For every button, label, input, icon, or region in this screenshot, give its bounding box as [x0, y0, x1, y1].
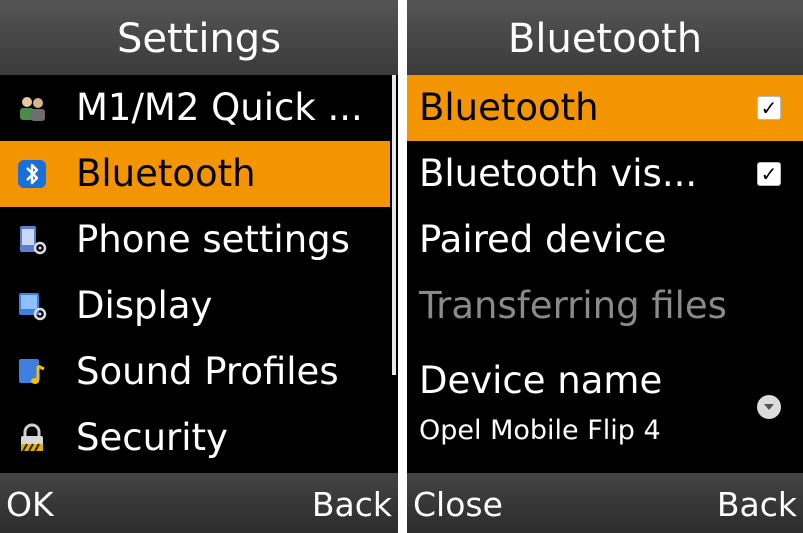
- display-settings-icon: [19, 293, 47, 321]
- bluetooth-title: Bluetooth: [407, 0, 803, 75]
- device-name-value: Opel Mobile Flip 4: [419, 415, 661, 446]
- back-softkey[interactable]: Back: [312, 473, 392, 533]
- softkey-bar: OK Back: [0, 473, 398, 533]
- settings-item-label: Phone settings: [76, 218, 350, 261]
- visibility-checkbox[interactable]: ✓: [757, 162, 781, 186]
- settings-title: Settings: [0, 0, 398, 75]
- settings-item-label: Display: [76, 284, 213, 327]
- settings-item-label: Bluetooth: [76, 152, 256, 195]
- lock-icon: [21, 423, 43, 452]
- settings-item-security[interactable]: Security: [0, 405, 390, 471]
- settings-item-label: Security: [76, 416, 228, 459]
- settings-item-label: M1/M2 Quick ...: [76, 86, 363, 129]
- paired-device-label: Paired device: [419, 218, 667, 261]
- bluetooth-icon: [18, 160, 46, 188]
- settings-item-quick-keys[interactable]: M1/M2 Quick ...: [0, 75, 390, 141]
- settings-item-label: Sound Profiles: [76, 350, 339, 393]
- bluetooth-screen: Bluetooth Bluetooth ✓ Bluetooth vis... ✓…: [407, 0, 803, 533]
- sound-profiles-icon: [19, 359, 45, 384]
- transferring-files-row: Transferring files: [407, 273, 803, 339]
- transferring-files-label: Transferring files: [419, 284, 727, 327]
- settings-item-bluetooth[interactable]: Bluetooth: [0, 141, 390, 207]
- close-softkey[interactable]: Close: [413, 473, 503, 533]
- bluetooth-visibility-row[interactable]: Bluetooth vis... ✓: [407, 141, 803, 207]
- softkey-bar: Close Back: [407, 473, 803, 533]
- settings-item-phone-settings[interactable]: Phone settings: [0, 207, 390, 273]
- bluetooth-toggle-label: Bluetooth: [419, 86, 599, 129]
- settings-item-sound-profiles[interactable]: Sound Profiles: [0, 339, 390, 405]
- contacts-icon: [20, 97, 45, 121]
- back-softkey[interactable]: Back: [717, 473, 797, 533]
- scrollbar-thumb[interactable]: [392, 75, 396, 375]
- ok-softkey[interactable]: OK: [6, 473, 54, 533]
- bluetooth-toggle-row[interactable]: Bluetooth ✓: [407, 75, 803, 141]
- bluetooth-checkbox[interactable]: ✓: [757, 96, 781, 120]
- settings-menu-list: M1/M2 Quick ... Bluetooth Phone settings: [0, 75, 398, 471]
- settings-item-display[interactable]: Display: [0, 273, 390, 339]
- scrollbar[interactable]: [392, 75, 396, 472]
- settings-screen: Settings M1/M2 Quick ... Bluetooth Phone…: [0, 0, 398, 533]
- device-name-row[interactable]: Device name Opel Mobile Flip 4: [407, 339, 803, 471]
- bluetooth-visibility-label: Bluetooth vis...: [419, 152, 698, 195]
- paired-device-row[interactable]: Paired device: [407, 207, 803, 273]
- phone-settings-icon: [20, 226, 47, 255]
- bluetooth-menu-list: Bluetooth ✓ Bluetooth vis... ✓ Paired de…: [407, 75, 803, 471]
- chevron-down-icon[interactable]: [757, 395, 781, 419]
